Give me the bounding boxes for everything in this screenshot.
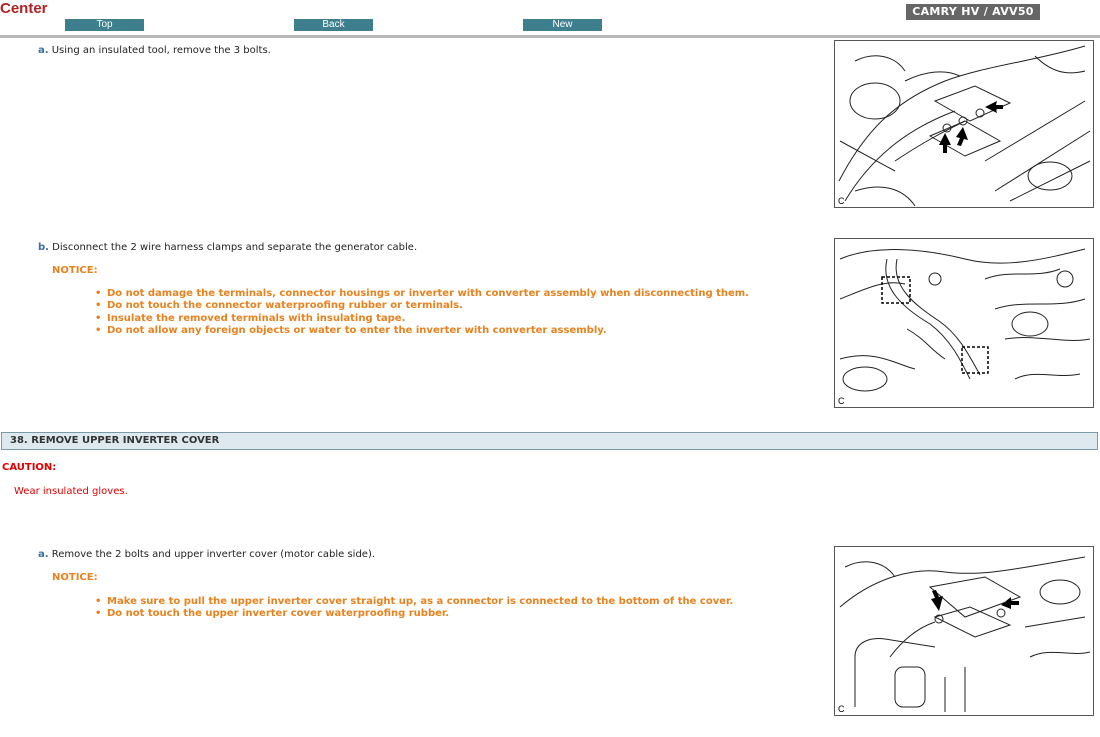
step-label: a. bbox=[38, 549, 49, 560]
step-label: a. bbox=[38, 45, 49, 56]
figure-code: C bbox=[838, 396, 845, 406]
section-title: 38. REMOVE UPPER INVERTER COVER bbox=[10, 435, 220, 446]
figure-bolt-removal: C bbox=[834, 40, 1094, 208]
figure-generator-cable-drawing bbox=[839, 248, 1091, 392]
new-button[interactable]: New bbox=[523, 19, 602, 31]
section-header-38: 38. REMOVE UPPER INVERTER COVER bbox=[1, 432, 1098, 450]
figure-bolt-removal-drawing bbox=[838, 45, 1091, 207]
back-button[interactable]: Back bbox=[294, 19, 373, 31]
figure-upper-cover-drawing bbox=[839, 556, 1091, 712]
step-text: Remove the 2 bolts and upper inverter co… bbox=[51, 549, 376, 560]
step-remove-cover: a. Remove the 2 bolts and upper inverter… bbox=[38, 549, 375, 560]
model-badge: CAMRY HV / AVV50 bbox=[906, 4, 1040, 20]
caution-text: Wear insulated gloves. bbox=[14, 486, 128, 497]
notice-item: • Do not touch the upper inverter cover w… bbox=[95, 608, 450, 620]
header-divider bbox=[0, 35, 1100, 38]
figure-code: C bbox=[838, 196, 845, 206]
figure-code: C bbox=[838, 704, 845, 714]
top-button[interactable]: Top bbox=[65, 19, 144, 31]
step-text: Using an insulated tool, remove the 3 bo… bbox=[51, 45, 271, 56]
step-disconnect-clamps: b. Disconnect the 2 wire harness clamps … bbox=[38, 242, 417, 253]
notice-heading: NOTICE: bbox=[52, 572, 98, 583]
figure-generator-cable: C bbox=[834, 238, 1094, 408]
step-text: Disconnect the 2 wire harness clamps and… bbox=[52, 242, 418, 253]
notice-heading: NOTICE: bbox=[52, 265, 98, 276]
caution-heading: CAUTION: bbox=[2, 462, 57, 473]
brand-title: Center bbox=[0, 0, 48, 17]
notice-list: • Do not damage the terminals, connector … bbox=[95, 288, 749, 337]
notice-item: • Make sure to pull the upper inverter co… bbox=[95, 596, 734, 607]
step-label: b. bbox=[38, 242, 49, 253]
notice-item: • Do not damage the terminals, connector … bbox=[95, 288, 749, 299]
notice-item: • Insulate the removed terminals with ins… bbox=[95, 312, 406, 324]
figure-upper-cover: C bbox=[834, 546, 1094, 716]
notice-list: • Make sure to pull the upper inverter co… bbox=[95, 596, 733, 621]
notice-item: • Do not allow any foreign objects or wat… bbox=[95, 324, 607, 336]
notice-item: • Do not touch the connector waterproofin… bbox=[95, 300, 463, 312]
step-remove-3-bolts: a. Using an insulated tool, remove the 3… bbox=[38, 45, 271, 56]
